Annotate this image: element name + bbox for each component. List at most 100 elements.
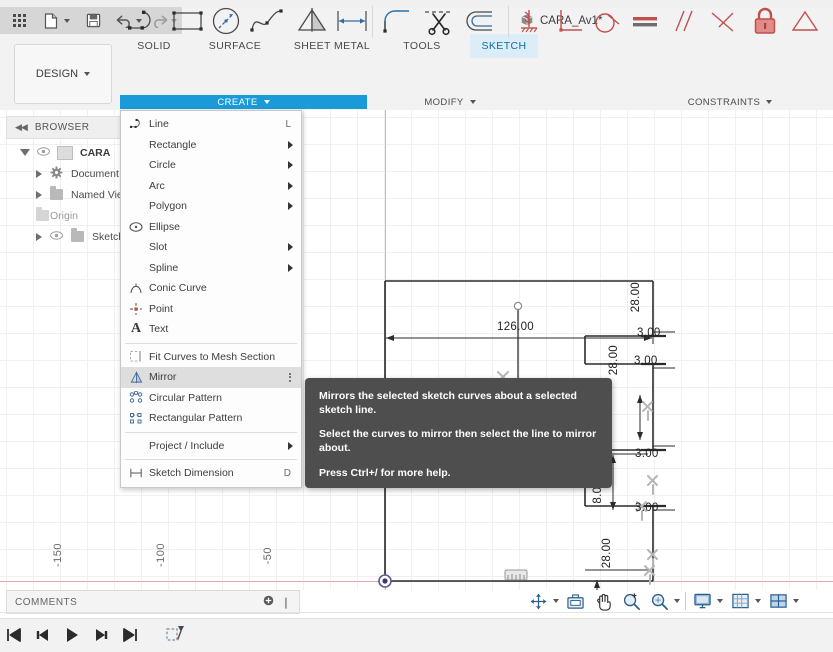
menu-item-slot[interactable]: Slot xyxy=(121,237,301,258)
menu-item-project-include[interactable]: Project / Include xyxy=(121,436,301,457)
add-comment-icon[interactable] xyxy=(263,595,274,609)
tooltip-help-hint: Press Ctrl+/ for more help. xyxy=(319,467,451,480)
offset-tool-icon[interactable] xyxy=(458,0,500,42)
dimension-value[interactable]: 28.00 xyxy=(608,345,620,375)
trim-scissors-icon[interactable] xyxy=(418,0,460,42)
menu-separator xyxy=(125,431,297,433)
workspace-switcher[interactable]: DESIGN xyxy=(14,44,112,104)
menu-item-rectangular-pattern[interactable]: Rectangular Pattern xyxy=(121,408,301,429)
menu-item-ellipse[interactable]: Ellipse xyxy=(121,217,301,238)
resize-grip-icon[interactable]: ❙ xyxy=(281,596,291,609)
comments-bar[interactable]: COMMENTS ❙ xyxy=(6,590,300,614)
symmetry-icon[interactable] xyxy=(786,0,824,42)
menu-item-arc[interactable]: Arc xyxy=(121,176,301,197)
spline-tool-icon[interactable] xyxy=(246,0,288,42)
lock-icon[interactable] xyxy=(746,0,784,42)
parallel-icon[interactable] xyxy=(664,0,702,42)
new-file-icon[interactable] xyxy=(40,7,62,34)
circle-tool-icon[interactable] xyxy=(206,0,246,42)
menu-item-line[interactable]: Line L xyxy=(121,114,301,135)
orbit-icon[interactable] xyxy=(527,588,550,614)
menu-item-mirror[interactable]: Mirror xyxy=(121,367,301,388)
mirror-tooltip: Mirrors the selected sketch curves about… xyxy=(305,378,612,488)
expand-triangle-icon[interactable] xyxy=(36,169,42,178)
dimension-value[interactable]: 3.00 xyxy=(635,502,659,514)
display-settings-caret-icon[interactable] xyxy=(717,599,723,603)
menu-item-fit-curves-to-mesh-section[interactable]: Fit Curves to Mesh Section xyxy=(121,347,301,368)
dimension-value[interactable]: 3.00 xyxy=(637,327,661,339)
overflow-menu-icon[interactable] xyxy=(289,372,293,382)
dimension-value[interactable]: 3.00 xyxy=(635,448,659,460)
coincident-icon[interactable] xyxy=(704,0,742,42)
expand-triangle-icon[interactable] xyxy=(36,190,42,199)
dimension-value[interactable]: 28.00 xyxy=(630,282,642,312)
orbit-caret-icon[interactable] xyxy=(553,599,559,603)
dimension-value[interactable]: 3.00 xyxy=(634,355,658,367)
app-grid-icon[interactable] xyxy=(4,7,34,34)
collapse-left-icon[interactable]: ◀◀ xyxy=(15,122,28,133)
menu-item-point[interactable]: Point xyxy=(121,299,301,320)
expand-triangle-icon[interactable] xyxy=(36,232,42,241)
sketch-feature-icon[interactable] xyxy=(165,625,187,645)
menu-item-polygon[interactable]: Polygon xyxy=(121,196,301,217)
panel-constraints-label: CONSTRAINTS xyxy=(687,96,761,108)
folder-icon xyxy=(36,207,49,221)
viewports-icon[interactable] xyxy=(767,588,790,614)
display-settings-icon[interactable] xyxy=(691,588,714,614)
jump-to-beginning-icon[interactable] xyxy=(6,628,22,642)
equal-icon[interactable] xyxy=(626,0,664,42)
fit-caret-icon[interactable] xyxy=(674,599,680,603)
fit-icon[interactable] xyxy=(648,588,671,614)
panel-label-constraints[interactable]: CONSTRAINTS xyxy=(655,95,805,109)
tangent-icon[interactable] xyxy=(588,0,626,42)
zoom-icon[interactable] xyxy=(620,588,643,614)
browser-header-label: BROWSER xyxy=(34,122,90,133)
menu-item-label: Fit Curves to Mesh Section xyxy=(149,350,276,363)
pan-icon[interactable] xyxy=(592,588,615,614)
menu-item-rectangle[interactable]: Rectangle xyxy=(121,135,301,156)
menu-item-circular-pattern[interactable]: Circular Pattern xyxy=(121,388,301,409)
panel-label-modify[interactable]: MODIFY xyxy=(400,95,500,109)
conic-curve-icon xyxy=(127,282,145,294)
grid-snaps-caret-icon[interactable] xyxy=(755,599,761,603)
mirror-icon xyxy=(127,371,145,384)
panel-label-create[interactable]: CREATE xyxy=(120,95,367,109)
panel-modify-label: MODIFY xyxy=(424,96,464,108)
line-tool-icon[interactable] xyxy=(124,0,168,42)
viewports-caret-icon[interactable] xyxy=(793,599,799,603)
create-dropdown-menu: Line L Rectangle Circle Arc Polygon Elli… xyxy=(120,110,302,488)
fillet-tool-icon[interactable] xyxy=(376,0,418,42)
menu-item-circle[interactable]: Circle xyxy=(121,155,301,176)
perpendicular-icon[interactable] xyxy=(550,0,588,42)
menu-item-spline[interactable]: Spline xyxy=(121,258,301,279)
visibility-eye-icon[interactable] xyxy=(50,230,63,243)
ellipse-icon xyxy=(127,221,145,233)
menu-item-sketch-dimension[interactable]: Sketch Dimension D xyxy=(121,463,301,484)
step-forward-icon[interactable] xyxy=(93,628,109,642)
submenu-arrow-icon xyxy=(288,441,293,450)
menu-item-text[interactable]: A Text xyxy=(121,319,301,340)
workspace-label: DESIGN xyxy=(35,68,79,80)
dimension-value[interactable]: 126.00 xyxy=(497,321,534,333)
tree-item-label: Origin xyxy=(50,209,79,222)
visibility-eye-icon[interactable] xyxy=(37,146,50,159)
play-icon[interactable] xyxy=(64,627,80,643)
menu-item-conic-curve[interactable]: Conic Curve xyxy=(121,278,301,299)
fusion360-window: CARA_Av1* SOLID SURFACE SHEET METAL TOOL… xyxy=(0,0,833,652)
new-file-caret-icon[interactable] xyxy=(64,18,70,23)
menu-item-label: Circular Pattern xyxy=(149,391,222,404)
dimension-value[interactable]: 28.00 xyxy=(601,538,613,568)
step-back-icon[interactable] xyxy=(35,628,51,642)
sketch-dimension-tool-icon[interactable] xyxy=(330,0,374,42)
comments-label: COMMENTS xyxy=(15,596,78,608)
jump-to-end-icon[interactable] xyxy=(122,628,138,642)
fix-unfix-icon[interactable] xyxy=(512,0,546,42)
grid-snaps-icon[interactable] xyxy=(729,588,752,614)
menu-item-label: Project / Include xyxy=(149,439,225,452)
mirror-tool-icon[interactable] xyxy=(290,0,334,42)
save-icon[interactable] xyxy=(78,7,108,34)
look-at-icon[interactable] xyxy=(564,588,587,614)
expand-triangle-icon[interactable] xyxy=(20,149,30,156)
rectangle-tool-icon[interactable] xyxy=(166,0,210,42)
submenu-arrow-icon xyxy=(288,202,293,211)
